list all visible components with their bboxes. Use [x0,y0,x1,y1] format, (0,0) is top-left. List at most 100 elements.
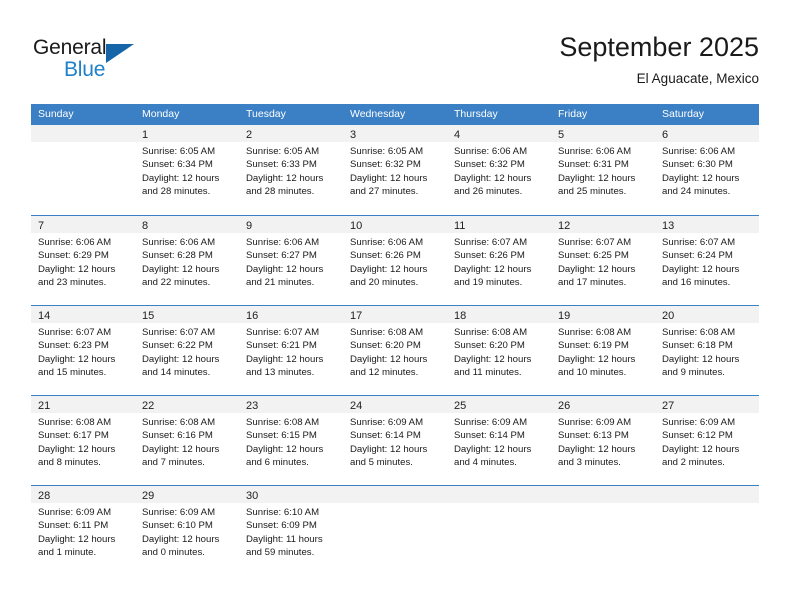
weekday-header-sunday: Sunday [38,108,74,120]
day-cell-1[interactable]: 1 Sunrise: 6:05 AM Sunset: 6:34 PM Daylight… [135,125,239,215]
day-cell-7[interactable]: 7 Sunrise: 6:06 AM Sunset: 6:29 PM Daylight… [31,216,135,305]
logo-triangle-icon [106,44,134,63]
day-detail-line: and 2 minutes. [662,457,725,469]
day-detail-line: and 20 minutes. [350,277,419,289]
day-cell-17[interactable]: 17 Sunrise: 6:08 AM Sunset: 6:20 PM Dayligh… [343,306,447,395]
day-number: 29 [142,490,155,502]
day-number: 11 [454,220,466,232]
day-detail-line: Daylight: 12 hours [38,263,116,275]
day-detail-line: Daylight: 12 hours [142,353,220,365]
day-cell-30[interactable]: 30 Sunrise: 6:10 AM Sunset: 6:09 PM Dayligh… [239,486,343,575]
day-cell-9[interactable]: 9 Sunrise: 6:06 AM Sunset: 6:27 PM Daylight… [239,216,343,305]
day-detail-line: Daylight: 12 hours [350,263,428,275]
day-cell-2[interactable]: 2 Sunrise: 6:05 AM Sunset: 6:33 PM Daylight… [239,125,343,215]
day-cell-19[interactable]: 19 Sunrise: 6:08 AM Sunset: 6:19 PM Dayligh… [551,306,655,395]
day-cell-14[interactable]: 14 Sunrise: 6:07 AM Sunset: 6:23 PM Dayligh… [31,306,135,395]
day-cell-10[interactable]: 10 Sunrise: 6:06 AM Sunset: 6:26 PM Dayligh… [343,216,447,305]
day-cell-21[interactable]: 21 Sunrise: 6:08 AM Sunset: 6:17 PM Dayligh… [31,396,135,485]
day-detail-line: Sunset: 6:24 PM [662,250,733,262]
day-cell-4[interactable]: 4 Sunrise: 6:06 AM Sunset: 6:32 PM Daylight… [447,125,551,215]
calendar-week-row: 1 Sunrise: 6:05 AM Sunset: 6:34 PM Daylight… [31,125,759,215]
day-number: 16 [246,310,259,322]
day-cell-5[interactable]: 5 Sunrise: 6:06 AM Sunset: 6:31 PM Daylight… [551,125,655,215]
day-detail-line: Sunset: 6:14 PM [350,430,421,442]
day-cell-13[interactable]: 13 Sunrise: 6:07 AM Sunset: 6:24 PM Dayligh… [655,216,759,305]
day-number: 24 [350,400,363,412]
page-header: General Blue September 2025 El Aguacate,… [0,0,792,104]
day-detail-line: Daylight: 11 hours [246,533,323,545]
day-number-band: 5 [551,125,655,142]
day-cell-29[interactable]: 29 Sunrise: 6:09 AM Sunset: 6:10 PM Dayligh… [135,486,239,575]
day-detail-text: Sunrise: 6:08 AM Sunset: 6:20 PM Daylight:… [343,323,447,380]
day-detail-line: and 26 minutes. [454,186,523,198]
day-detail-text: Sunrise: 6:08 AM Sunset: 6:15 PM Daylight:… [239,413,343,470]
day-cell-11[interactable]: 11 Sunrise: 6:07 AM Sunset: 6:26 PM Dayligh… [447,216,551,305]
general-blue-logo[interactable]: General Blue [33,36,173,86]
day-detail-line: Daylight: 12 hours [350,443,428,455]
day-cell-15[interactable]: 15 Sunrise: 6:07 AM Sunset: 6:22 PM Dayligh… [135,306,239,395]
day-cell-26[interactable]: 26 Sunrise: 6:09 AM Sunset: 6:13 PM Dayligh… [551,396,655,485]
day-number-band: 4 [447,125,551,142]
day-detail-line: Sunset: 6:10 PM [142,520,213,532]
day-detail-text: Sunrise: 6:07 AM Sunset: 6:23 PM Daylight:… [31,323,135,380]
day-number: 20 [662,310,675,322]
day-cell-28[interactable]: 28 Sunrise: 6:09 AM Sunset: 6:11 PM Dayligh… [31,486,135,575]
day-cell-empty [551,486,655,575]
day-detail-line: Sunrise: 6:08 AM [142,417,216,428]
day-number: 14 [38,310,51,322]
day-number-band: 30 [239,486,343,503]
day-detail-line: and 15 minutes. [38,367,107,379]
day-detail-line: Sunset: 6:20 PM [350,340,421,352]
day-cell-16[interactable]: 16 Sunrise: 6:07 AM Sunset: 6:21 PM Dayligh… [239,306,343,395]
day-cell-8[interactable]: 8 Sunrise: 6:06 AM Sunset: 6:28 PM Daylight… [135,216,239,305]
day-detail-line: Daylight: 12 hours [142,263,220,275]
day-detail-text: Sunrise: 6:06 AM Sunset: 6:28 PM Daylight:… [135,233,239,290]
day-detail-text: Sunrise: 6:07 AM Sunset: 6:24 PM Daylight:… [655,233,759,290]
day-detail-line: Sunrise: 6:07 AM [662,237,736,248]
day-number-band: 24 [343,396,447,413]
day-cell-3[interactable]: 3 Sunrise: 6:05 AM Sunset: 6:32 PM Daylight… [343,125,447,215]
day-number: 10 [350,220,363,232]
day-cell-22[interactable]: 22 Sunrise: 6:08 AM Sunset: 6:16 PM Dayligh… [135,396,239,485]
day-number-band: 21 [31,396,135,413]
day-number-band: 27 [655,396,759,413]
day-cell-23[interactable]: 23 Sunrise: 6:08 AM Sunset: 6:15 PM Dayligh… [239,396,343,485]
day-detail-line: Sunset: 6:34 PM [142,159,213,171]
day-detail-text: Sunrise: 6:06 AM Sunset: 6:32 PM Daylight:… [447,142,551,199]
day-detail-text: Sunrise: 6:09 AM Sunset: 6:10 PM Daylight:… [135,503,239,560]
day-detail-line: Daylight: 12 hours [246,443,324,455]
day-cell-18[interactable]: 18 Sunrise: 6:08 AM Sunset: 6:20 PM Dayligh… [447,306,551,395]
day-number: 23 [246,400,259,412]
day-detail-line: Daylight: 12 hours [662,172,740,184]
day-detail-line: Daylight: 12 hours [246,172,324,184]
day-cell-12[interactable]: 12 Sunrise: 6:07 AM Sunset: 6:25 PM Dayligh… [551,216,655,305]
day-detail-text [551,503,655,506]
day-detail-line: Sunrise: 6:06 AM [38,237,112,248]
day-cell-6[interactable]: 6 Sunrise: 6:06 AM Sunset: 6:30 PM Daylight… [655,125,759,215]
day-detail-line: and 12 minutes. [350,367,419,379]
day-detail-line: Daylight: 12 hours [558,263,636,275]
day-detail-line: and 5 minutes. [350,457,413,469]
day-cell-25[interactable]: 25 Sunrise: 6:09 AM Sunset: 6:14 PM Dayligh… [447,396,551,485]
day-cell-20[interactable]: 20 Sunrise: 6:08 AM Sunset: 6:18 PM Dayligh… [655,306,759,395]
weekday-header-thursday: Thursday [454,108,498,120]
day-detail-line: Sunset: 6:11 PM [38,520,109,532]
day-number-band: 17 [343,306,447,323]
weekday-header-friday: Friday [558,108,588,120]
day-detail-line: and 28 minutes. [142,186,211,198]
day-detail-text: Sunrise: 6:08 AM Sunset: 6:19 PM Daylight:… [551,323,655,380]
calendar-week-row: 21 Sunrise: 6:08 AM Sunset: 6:17 PM Dayligh… [31,395,759,485]
day-detail-line: Sunrise: 6:06 AM [558,146,632,157]
calendar-week-row: 14 Sunrise: 6:07 AM Sunset: 6:23 PM Dayligh… [31,305,759,395]
weekday-header-row: Sunday Monday Tuesday Wednesday Thursday Frid… [31,104,759,125]
day-cell-27[interactable]: 27 Sunrise: 6:09 AM Sunset: 6:12 PM Dayligh… [655,396,759,485]
day-detail-line: Sunrise: 6:07 AM [142,327,216,338]
day-detail-text: Sunrise: 6:09 AM Sunset: 6:13 PM Daylight:… [551,413,655,470]
day-detail-line: Sunset: 6:28 PM [142,250,213,262]
day-detail-line: Sunset: 6:14 PM [454,430,525,442]
day-number: 5 [558,129,565,141]
logo-text-general: General [33,36,107,59]
day-detail-line: Sunrise: 6:07 AM [454,237,528,248]
day-detail-line: Daylight: 12 hours [142,172,220,184]
day-cell-24[interactable]: 24 Sunrise: 6:09 AM Sunset: 6:14 PM Dayligh… [343,396,447,485]
